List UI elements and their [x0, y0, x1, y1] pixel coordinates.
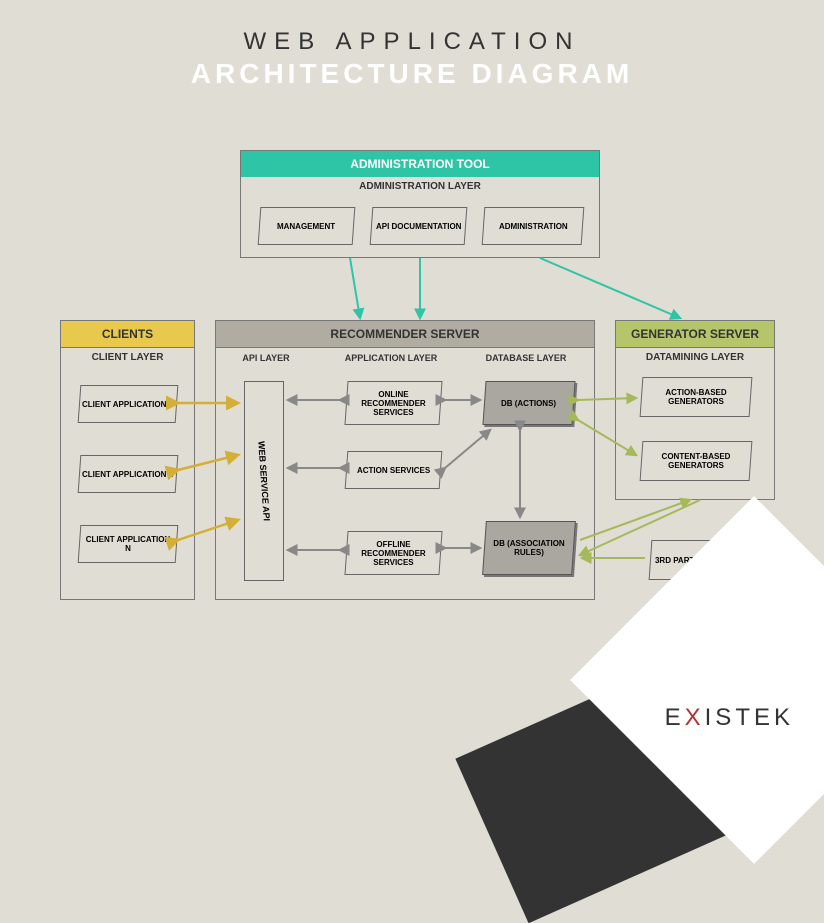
client-app-2-box: CLIENT APPLICATION 2 — [78, 455, 179, 493]
recommender-box: RECOMMENDER SERVER API LAYER APPLICATION… — [215, 320, 595, 600]
app-layer-label: APPLICATION LAYER — [341, 353, 441, 363]
client-app-1-box: CLIENT APPLICATION 1 — [78, 385, 179, 423]
title-line-2: ARCHITECTURE DIAGRAM — [0, 58, 824, 90]
client-app-n-box: CLIENT APPLICATION N — [78, 525, 179, 563]
db-layer-label: DATABASE LAYER — [481, 353, 571, 363]
title-line-1: WEB APPLICATION — [0, 28, 824, 56]
admin-layer-label: ADMINISTRATION LAYER — [241, 177, 599, 198]
generator-header: GENERATOR SERVER — [616, 321, 774, 348]
recommender-header: RECOMMENDER SERVER — [216, 321, 594, 348]
action-services-box: ACTION SERVICES — [345, 451, 443, 489]
admin-tool-box: ADMINISTRATION TOOL ADMINISTRATION LAYER… — [240, 150, 600, 258]
clients-box: CLIENTS CLIENT LAYER CLIENT APPLICATION … — [60, 320, 195, 600]
web-service-api-box: WEB SERVICE API — [244, 381, 284, 581]
action-based-generators-box: ACTION-BASED GENERATORS — [640, 377, 753, 417]
clients-header: CLIENTS — [61, 321, 194, 348]
generator-box: GENERATOR SERVER DATAMINING LAYER ACTION… — [615, 320, 775, 500]
online-recommender-box: ONLINE RECOMMENDER SERVICES — [344, 381, 442, 425]
existek-logo: EXISTEK — [665, 704, 794, 732]
admin-administration-box: ADMINISTRATION — [482, 207, 585, 245]
admin-management-box: MANAGEMENT — [258, 207, 356, 245]
offline-recommender-box: OFFLINE RECOMMENDER SERVICES — [344, 531, 442, 575]
admin-header: ADMINISTRATION TOOL — [241, 151, 599, 177]
content-based-generators-box: CONTENT-BASED GENERATORS — [640, 441, 753, 481]
db-actions-box: DB (ACTIONS) — [482, 381, 575, 425]
admin-api-doc-box: API DOCUMENTATION — [370, 207, 468, 245]
clients-layer-label: CLIENT LAYER — [61, 348, 194, 369]
generator-layer-label: DATAMINING LAYER — [616, 348, 774, 369]
api-layer-label: API LAYER — [236, 353, 296, 363]
diagram-title: WEB APPLICATION ARCHITECTURE DIAGRAM — [0, 0, 824, 90]
db-association-rules-box: DB (ASSOCIATION RULES) — [482, 521, 576, 575]
